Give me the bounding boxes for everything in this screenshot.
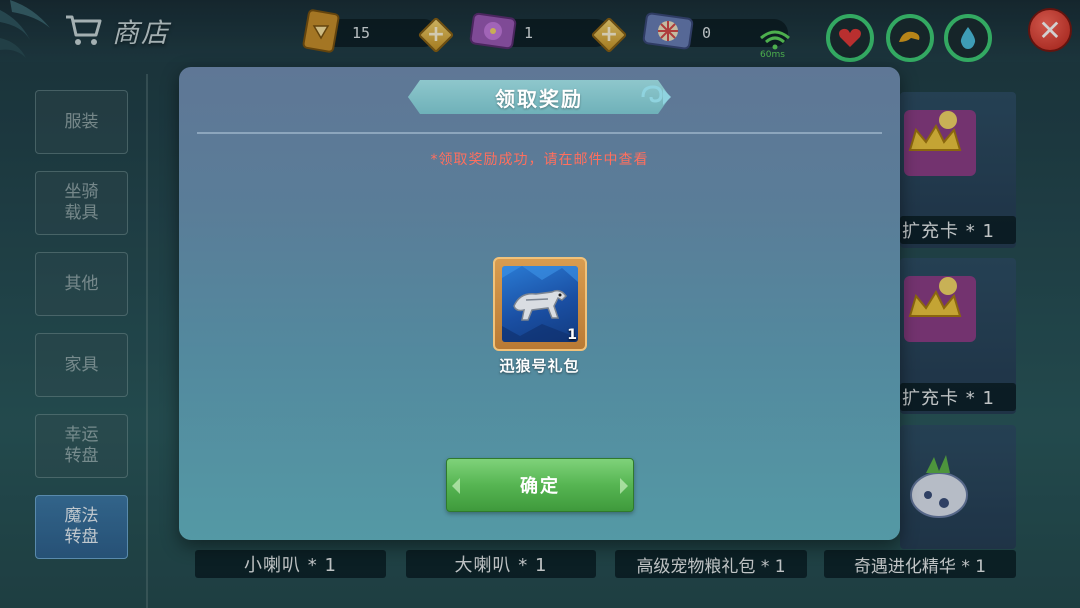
reward-dialog: 领取奖励 *领取奖励成功，请在邮件中查看 1 迅狼号礼包 确定 <box>179 67 900 540</box>
dialog-title: 领取奖励 <box>495 86 583 111</box>
reward-item-slot[interactable]: 1 <box>493 257 587 351</box>
arrow-left-decoration-icon <box>452 478 460 494</box>
arrow-right-decoration-icon <box>620 478 628 494</box>
reward-name: 迅狼号礼包 <box>499 357 580 375</box>
confirm-button[interactable]: 确定 <box>446 458 634 512</box>
confirm-button-label: 确定 <box>520 476 560 497</box>
swirl-ornament-icon <box>641 85 671 105</box>
reward-count: 1 <box>567 327 577 343</box>
dialog-title-bar: 领取奖励 <box>408 80 670 114</box>
dialog-divider <box>197 132 882 134</box>
reward-notice: *领取奖励成功，请在邮件中查看 <box>430 152 649 168</box>
